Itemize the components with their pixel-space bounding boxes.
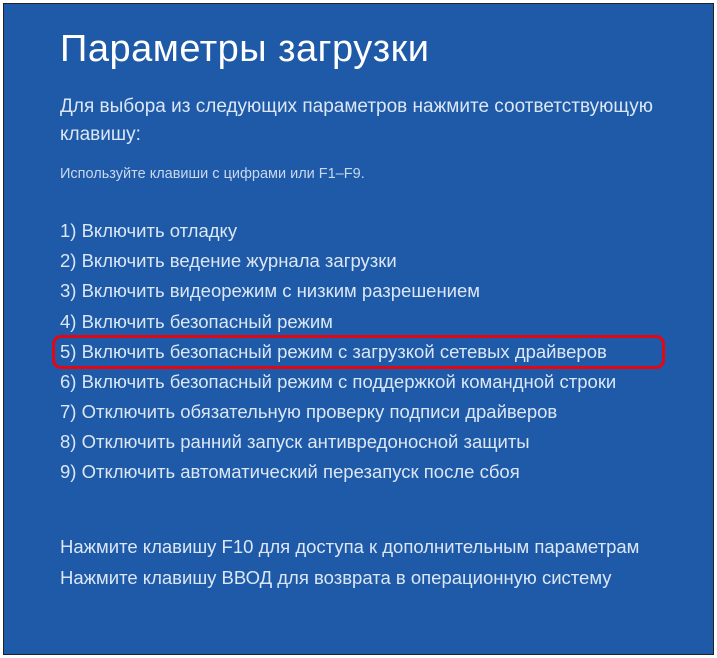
option-item[interactable]: 6) Включить безопасный режим с поддержко… — [60, 367, 657, 397]
footer-line-f10: Нажмите клавишу F10 для доступа к дополн… — [60, 533, 657, 562]
footer-line-enter: Нажмите клавишу ВВОД для возврата в опер… — [60, 564, 657, 593]
option-item[interactable]: 2) Включить ведение журнала загрузки — [60, 246, 657, 276]
option-item[interactable]: 4) Включить безопасный режим — [60, 307, 657, 337]
option-item[interactable]: 3) Включить видеорежим с низким разрешен… — [60, 276, 657, 306]
footer-instructions: Нажмите клавишу F10 для доступа к дополн… — [60, 533, 657, 592]
instruction-text: Для выбора из следующих параметров нажми… — [60, 93, 657, 148]
startup-settings-screen: Параметры загрузки Для выбора из следующ… — [3, 3, 714, 655]
option-item-highlighted[interactable]: 5) Включить безопасный режим с загрузкой… — [60, 337, 657, 367]
options-list: 1) Включить отладку 2) Включить ведение … — [60, 216, 657, 487]
option-item[interactable]: 9) Отключить автоматический перезапуск п… — [60, 457, 657, 487]
option-item[interactable]: 8) Отключить ранний запуск антивредоносн… — [60, 427, 657, 457]
option-item[interactable]: 1) Включить отладку — [60, 216, 657, 246]
page-title: Параметры загрузки — [60, 28, 657, 71]
hint-text: Используйте клавиши с цифрами или F1–F9. — [60, 166, 657, 182]
option-item[interactable]: 7) Отключить обязательную проверку подпи… — [60, 397, 657, 427]
